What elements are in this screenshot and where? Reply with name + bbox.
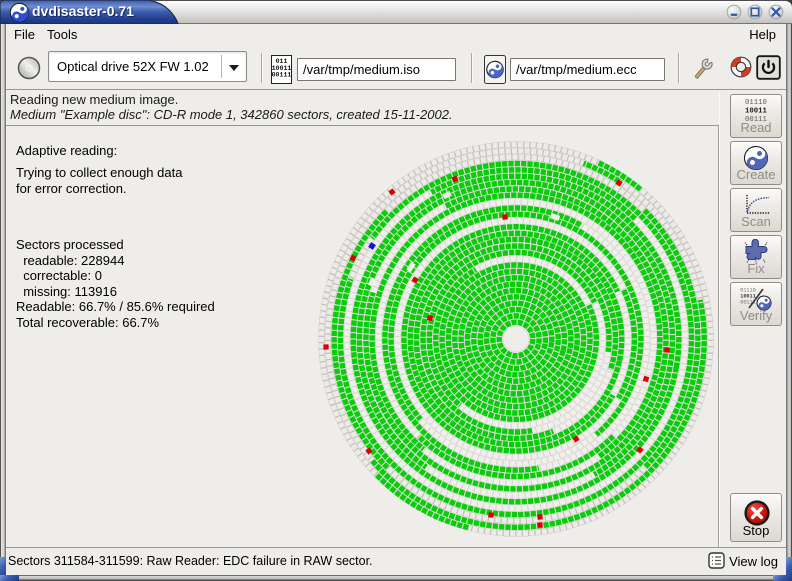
svg-text:01110: 01110 (745, 99, 767, 107)
svg-text:10011: 10011 (745, 107, 768, 115)
